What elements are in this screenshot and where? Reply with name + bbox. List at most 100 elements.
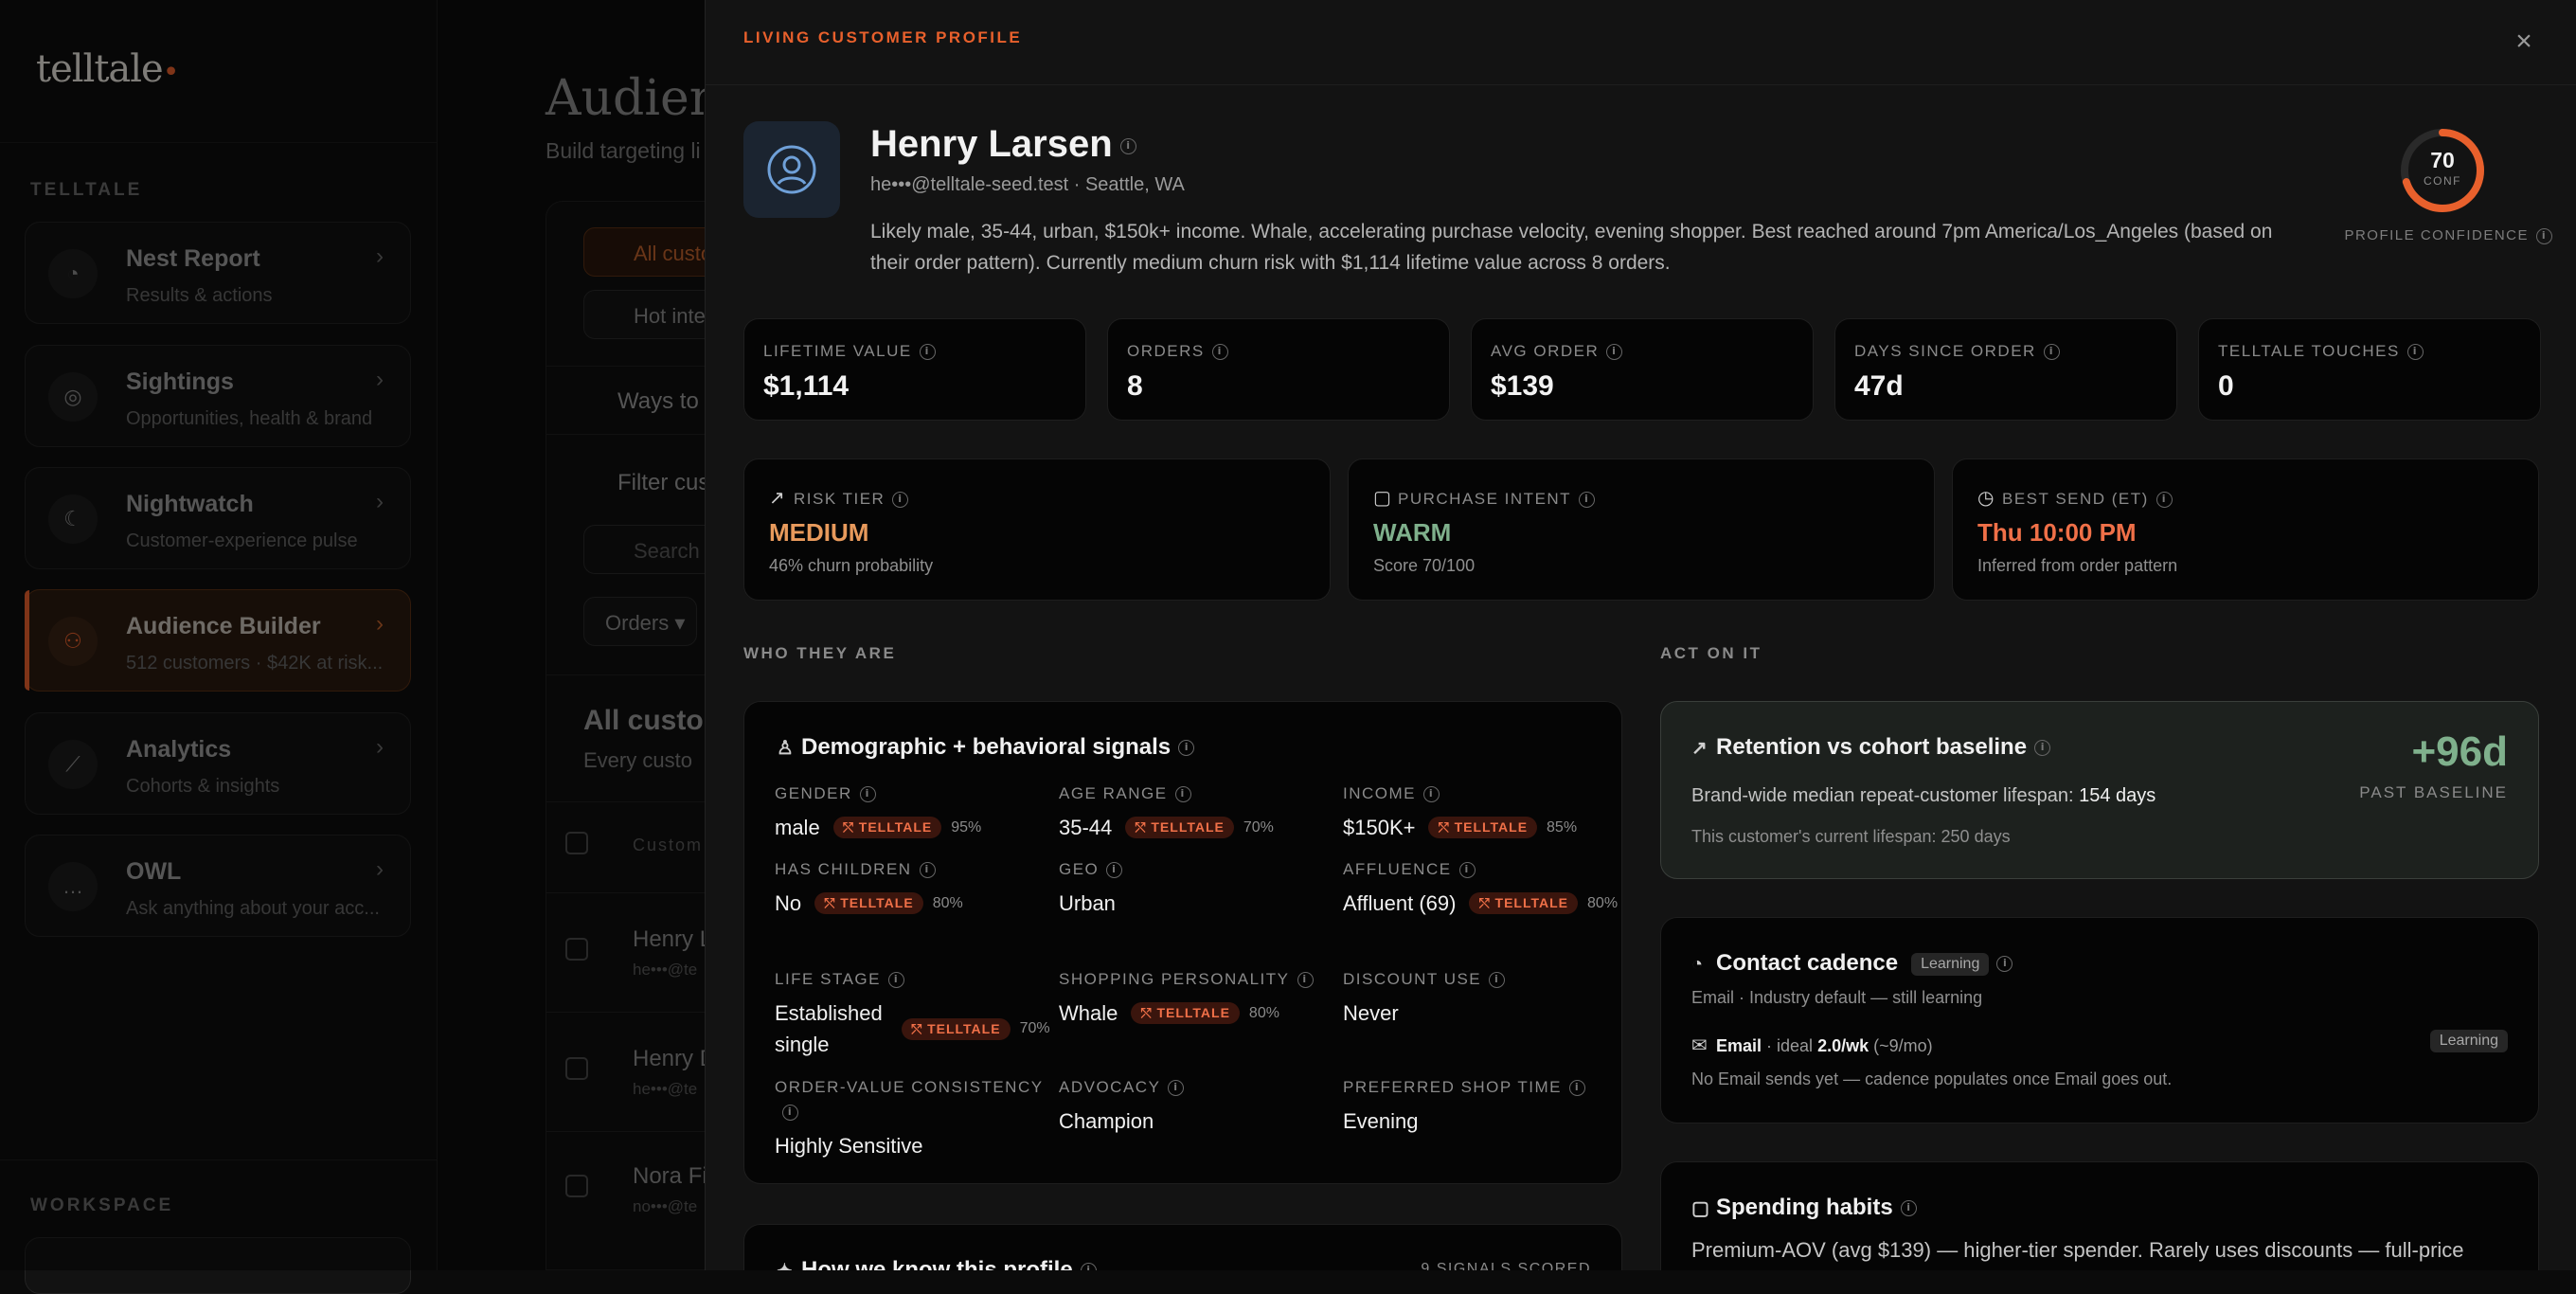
attribute-value: Affluent (69) (1343, 891, 1457, 915)
telltale-badge: ⤲ TELLTALE (1469, 892, 1579, 914)
signals-scored: 9 SIGNALS SCORED (1421, 1261, 1591, 1270)
attribute-row: male ⤲ TELLTALE 95% (775, 812, 1059, 843)
attribute-label: INCOME i (1343, 782, 1627, 806)
info-icon[interactable]: i (2406, 344, 2424, 361)
stat-label: ORDERS i (1127, 342, 1228, 361)
attribute-label: AFFLUENCE i (1343, 857, 1627, 882)
stat-value: $1,114 (763, 370, 850, 402)
info-icon[interactable]: i (1423, 786, 1440, 803)
attribute-label: HAS CHILDREN i (775, 857, 1059, 882)
attribute-value: male (775, 816, 820, 839)
card-title: ✦How we know this profilei (777, 1257, 1097, 1270)
attribute-row: Champion (1059, 1105, 1343, 1137)
info-icon[interactable]: i (1489, 972, 1506, 989)
info-icon[interactable]: i (1568, 1080, 1585, 1097)
attribute-row: 35-44 ⤲ TELLTALE 70% (1059, 812, 1343, 843)
stat-value: $139 (1491, 370, 1554, 402)
demographic-card: ♙ Demographic + behavioral signals i GENDE… (743, 701, 1622, 1184)
clock-icon: ◷ (1977, 488, 1995, 509)
info-icon[interactable]: i (1579, 492, 1596, 509)
stat-label: LIFETIME VALUE i (763, 342, 936, 361)
info-icon[interactable]: i (1168, 1080, 1185, 1097)
stat-value: 0 (2218, 370, 2234, 402)
signal-card-risk-tier: ↗ RISK TIER i MEDIUM 46% churn probability (743, 458, 1331, 601)
card-title: ▢ Spending habits i (1691, 1195, 1917, 1221)
confidence-pct: 95% (951, 818, 982, 836)
info-icon[interactable]: i (919, 344, 936, 361)
signal-subtext: Inferred from order pattern (1977, 556, 2178, 575)
signal-label: ▢ PURCHASE INTENT i (1373, 486, 1596, 510)
info-icon[interactable]: i (888, 972, 904, 989)
retention-delta: +96d (2411, 728, 2508, 775)
info-icon[interactable]: i (1458, 862, 1476, 879)
info-icon[interactable]: i (919, 862, 936, 879)
profile-name-text: Henry Larsen (870, 123, 1113, 165)
customer-profile-drawer: LIVING CUSTOMER PROFILE × Henry Larsen i … (705, 0, 2576, 1270)
user-circle-icon (767, 145, 816, 194)
stat-value: 8 (1127, 370, 1143, 402)
info-icon[interactable]: i (2043, 344, 2060, 361)
confidence-value: 70 (2430, 148, 2455, 172)
attribute-row: Urban (1059, 888, 1343, 919)
section-label-act-on-it: ACT ON IT (1660, 644, 1762, 662)
info-icon[interactable]: i (2536, 227, 2552, 244)
spending-habits-card: ▢ Spending habits i Premium-AOV (avg $139)… (1660, 1161, 2539, 1270)
stat-card-avg-order: AVG ORDER i $139 (1471, 318, 1814, 421)
gauge-icon: ◔ (1691, 954, 1704, 975)
info-icon[interactable]: i (1900, 1200, 1917, 1217)
attribute-label: PREFERRED SHOP TIME i (1343, 1075, 1627, 1100)
attribute-value: $150K+ (1343, 816, 1416, 839)
attribute-label: ORDER-VALUE CONSISTENCYi (775, 1075, 1059, 1124)
info-icon[interactable]: i (2034, 740, 2051, 757)
retention-delta-label: PAST BASELINE (2359, 783, 2508, 801)
telltale-badge: ⤲ TELLTALE (832, 817, 942, 838)
telltale-badge: ⤲ TELLTALE (902, 1017, 1011, 1040)
confidence-unit: CONF (2424, 174, 2461, 188)
sparkle-icon: ✦ (777, 1259, 801, 1270)
learning-tag: Learning (1911, 952, 1990, 976)
close-button[interactable]: × (2507, 25, 2541, 59)
how-we-know-card[interactable]: ✦How we know this profilei 9 SIGNALS SCO… (743, 1224, 1622, 1270)
info-icon[interactable]: i (1080, 1263, 1097, 1270)
section-label-who-they-are: WHO THEY ARE (743, 644, 897, 662)
attribute-income: INCOME i $150K+ ⤲ TELLTALE 85% (1343, 782, 1627, 843)
stat-label: AVG ORDER i (1491, 342, 1623, 361)
confidence-pct: 70% (1243, 818, 1274, 836)
stat-card-lifetime-value: LIFETIME VALUE i $1,114 (743, 318, 1086, 421)
channel-learning-tag: Learning (2429, 1030, 2508, 1052)
info-icon[interactable]: i (1211, 344, 1228, 361)
confidence-pct: 80% (1587, 894, 1619, 911)
info-icon[interactable]: i (1297, 972, 1314, 989)
info-icon[interactable]: i (2156, 492, 2173, 509)
confidence-pct: 85% (1547, 818, 1578, 836)
attribute-label: AGE RANGE i (1059, 782, 1343, 806)
cadence-channel-row: ✉ Email · ideal 2.0/wk (~9/mo) (1691, 1035, 1933, 1056)
info-icon[interactable]: i (782, 1105, 798, 1122)
attribute-preferred-shop-time: PREFERRED SHOP TIME i Evening (1343, 1075, 1627, 1137)
retention-card: ↗ Retention vs cohort baseline i Brand-wid… (1660, 701, 2539, 879)
info-icon[interactable]: i (1178, 740, 1195, 757)
mail-icon: ✉ (1691, 1035, 1708, 1056)
retention-baseline: Brand-wide median repeat-customer lifesp… (1691, 785, 2156, 806)
info-icon[interactable]: i (1106, 862, 1123, 879)
info-icon[interactable]: i (1174, 786, 1191, 803)
signal-card-purchase-intent: ▢ PURCHASE INTENT i WARM Score 70/100 (1348, 458, 1935, 601)
attribute-label: GEO i (1059, 857, 1343, 882)
stat-card-days-since-order: DAYS SINCE ORDER i 47d (1834, 318, 2177, 421)
attribute-geo: GEO i Urban (1059, 857, 1343, 919)
telltale-badge: ⤲ TELLTALE (1131, 1002, 1240, 1024)
info-icon[interactable]: i (1606, 344, 1623, 361)
shopping-bag-icon: ▢ (1691, 1198, 1709, 1219)
attribute-has-children: HAS CHILDREN i No ⤲ TELLTALE 80% (775, 857, 1059, 919)
attribute-label: ADVOCACY i (1059, 1075, 1343, 1100)
signal-value: MEDIUM (769, 518, 869, 547)
info-icon[interactable]: i (1996, 956, 2013, 973)
attribute-row: Never (1343, 997, 1627, 1029)
info-icon[interactable]: i (859, 786, 876, 803)
attribute-row: Established single ⤲ TELLTALE 70% (775, 997, 1059, 1060)
info-icon[interactable]: i (892, 492, 909, 509)
stat-value: 47d (1854, 370, 1904, 402)
signal-value: Thu 10:00 PM (1977, 518, 2137, 547)
attribute-value: Whale (1059, 1001, 1118, 1025)
info-icon[interactable]: i (1119, 137, 1136, 154)
